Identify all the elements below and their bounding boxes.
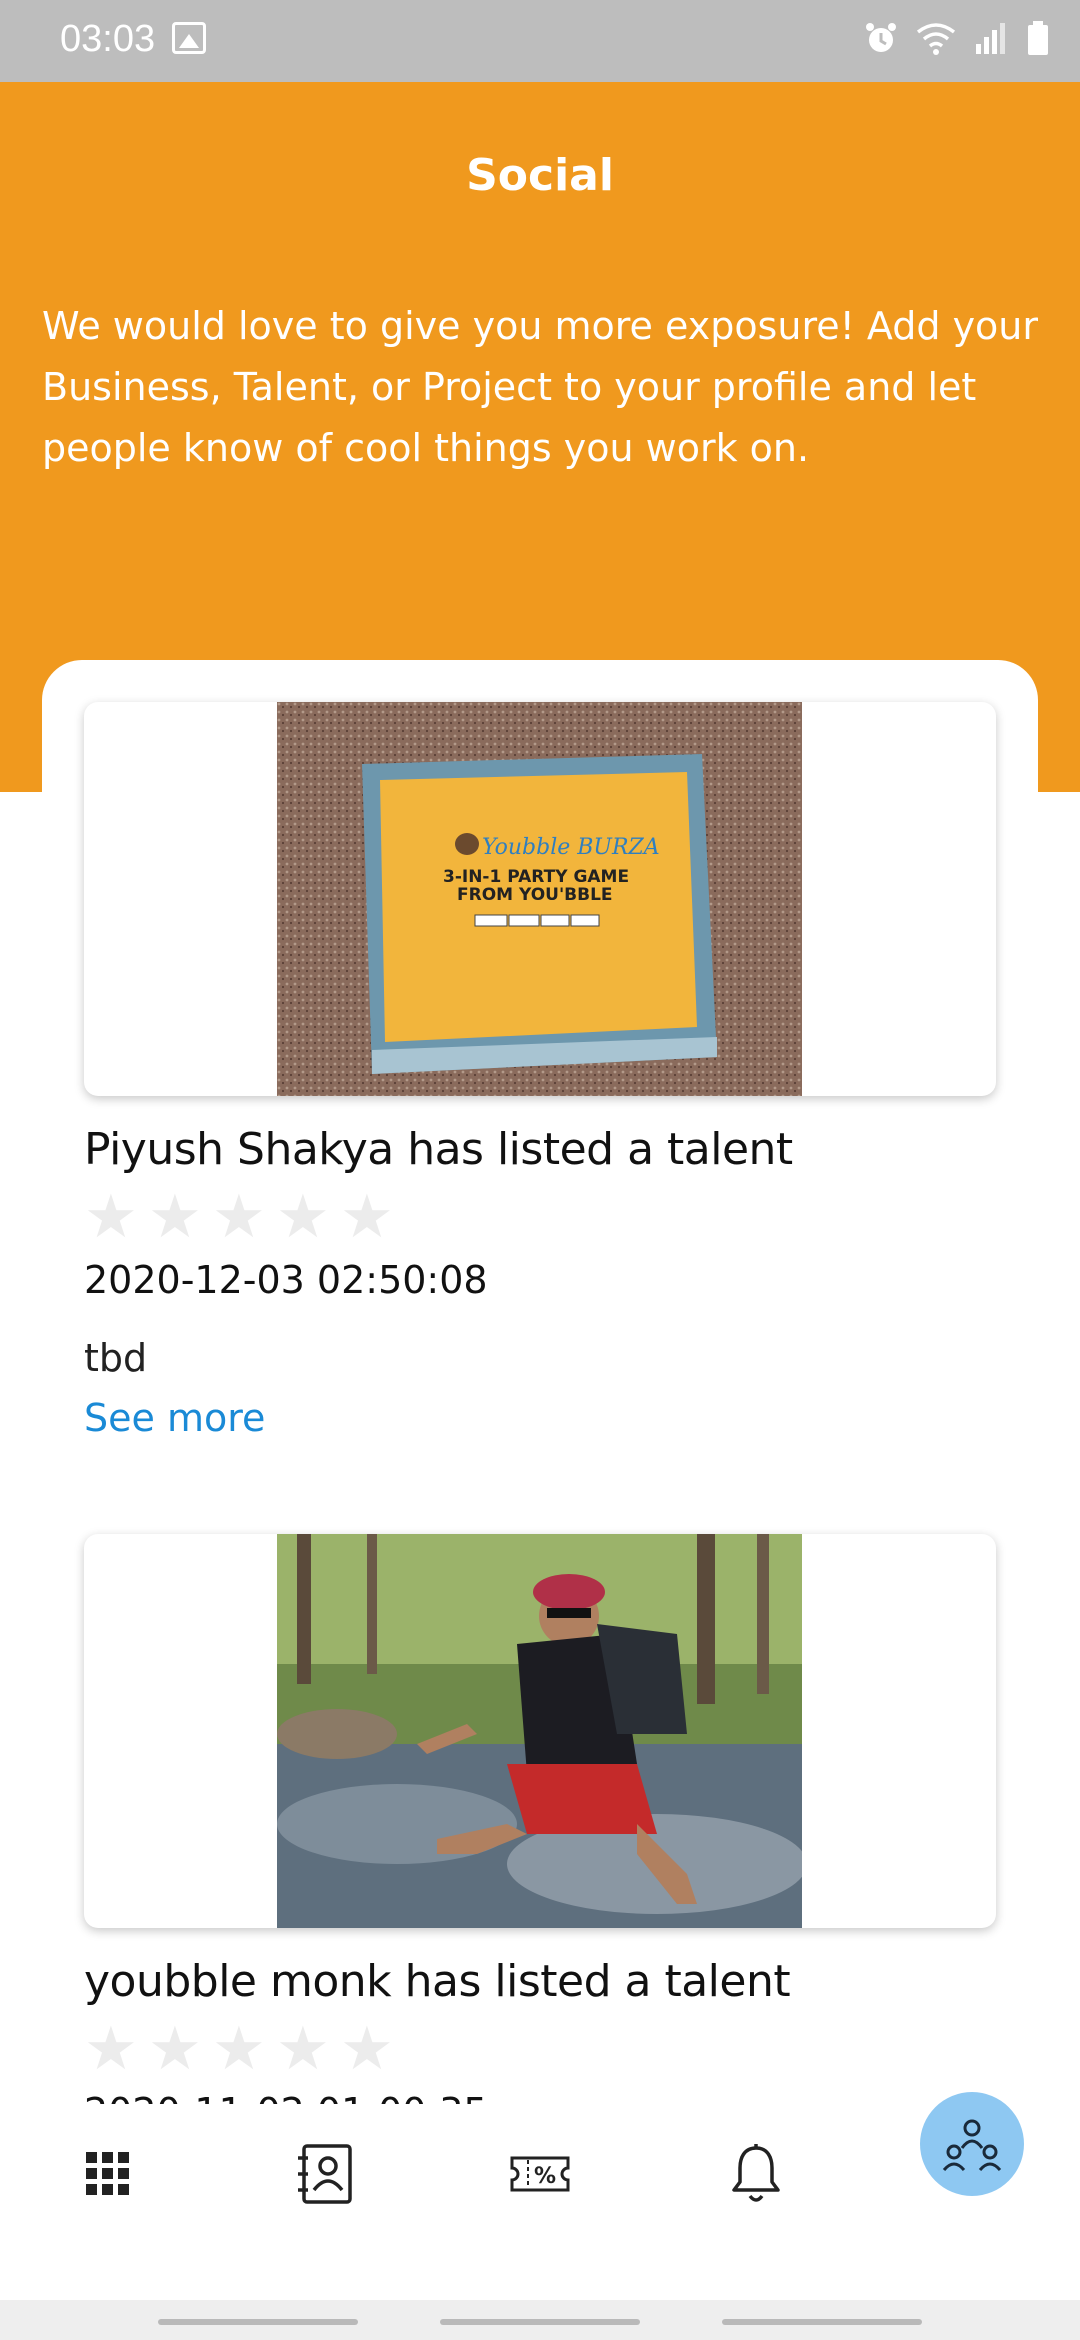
header-description: We would love to give you more exposure!… (42, 304, 1039, 470)
star-icon[interactable]: ★ (212, 1187, 266, 1247)
coupon-icon: % (510, 2156, 570, 2192)
star-icon[interactable]: ★ (84, 1187, 138, 1247)
page-title: Social (466, 150, 614, 201)
nav-handle[interactable] (722, 2319, 922, 2325)
post-title: youbble monk has listed a talent (84, 1956, 791, 2007)
post-image: Youbble BURZA 3-IN-1 PARTY GAME FROM YOU… (277, 702, 802, 1096)
game-line2: FROM YOU'BBLE (457, 885, 613, 905)
nav-handle[interactable] (158, 2319, 358, 2325)
battery-icon (1028, 21, 1048, 55)
apps-grid-icon (86, 2152, 129, 2195)
post-card[interactable]: youbble monk has listed a talent ★ ★ ★ ★… (84, 1534, 996, 2120)
see-more-link[interactable]: See more (84, 1396, 265, 1440)
star-icon[interactable]: ★ (148, 1187, 202, 1247)
bell-icon (732, 2144, 780, 2202)
post-description: tbd (84, 1336, 148, 1380)
nav-notifications[interactable] (716, 2134, 796, 2214)
community-fab-button[interactable] (920, 2092, 1024, 2196)
system-navigation-bar (0, 2300, 1080, 2340)
star-icon[interactable]: ★ (84, 2019, 138, 2079)
post-image (277, 1534, 802, 1928)
post-image-frame[interactable] (84, 1534, 996, 1928)
status-bar: 03:03 (0, 0, 1080, 82)
signal-icon (976, 23, 1005, 54)
nav-handle[interactable] (440, 2319, 640, 2325)
post-card[interactable]: Youbble BURZA 3-IN-1 PARTY GAME FROM YOU… (84, 702, 996, 1462)
contacts-book-icon (298, 2144, 352, 2204)
status-time: 03:03 (60, 18, 156, 60)
nav-apps[interactable] (68, 2134, 148, 2214)
status-icons (864, 20, 1050, 56)
star-icon[interactable]: ★ (212, 2019, 266, 2079)
game-line1: 3-IN-1 PARTY GAME (443, 867, 629, 887)
community-icon (942, 2119, 1002, 2172)
post-image-frame[interactable]: Youbble BURZA 3-IN-1 PARTY GAME FROM YOU… (84, 702, 996, 1096)
rating-stars[interactable]: ★ ★ ★ ★ ★ (84, 1187, 394, 1247)
star-icon[interactable]: ★ (340, 1187, 394, 1247)
game-logo-text: Youbble BURZA (482, 835, 660, 860)
post-title: Piyush Shakya has listed a talent (84, 1124, 793, 1175)
social-feed[interactable]: Youbble BURZA 3-IN-1 PARTY GAME FROM YOU… (42, 660, 1038, 2120)
nav-coupons[interactable]: % (500, 2134, 580, 2214)
post-date: 2020-12-03 02:50:08 (84, 1258, 488, 1302)
alarm-icon (866, 23, 896, 52)
rating-stars[interactable]: ★ ★ ★ ★ ★ (84, 2019, 394, 2079)
star-icon[interactable]: ★ (276, 2019, 330, 2079)
bottom-navigation: % (0, 2104, 1080, 2300)
star-icon[interactable]: ★ (276, 1187, 330, 1247)
gallery-icon (172, 22, 206, 54)
star-icon[interactable]: ★ (340, 2019, 394, 2079)
nav-contacts[interactable] (284, 2134, 364, 2214)
wifi-icon (916, 23, 956, 55)
svg-text:%: % (534, 2164, 556, 2189)
star-icon[interactable]: ★ (148, 2019, 202, 2079)
